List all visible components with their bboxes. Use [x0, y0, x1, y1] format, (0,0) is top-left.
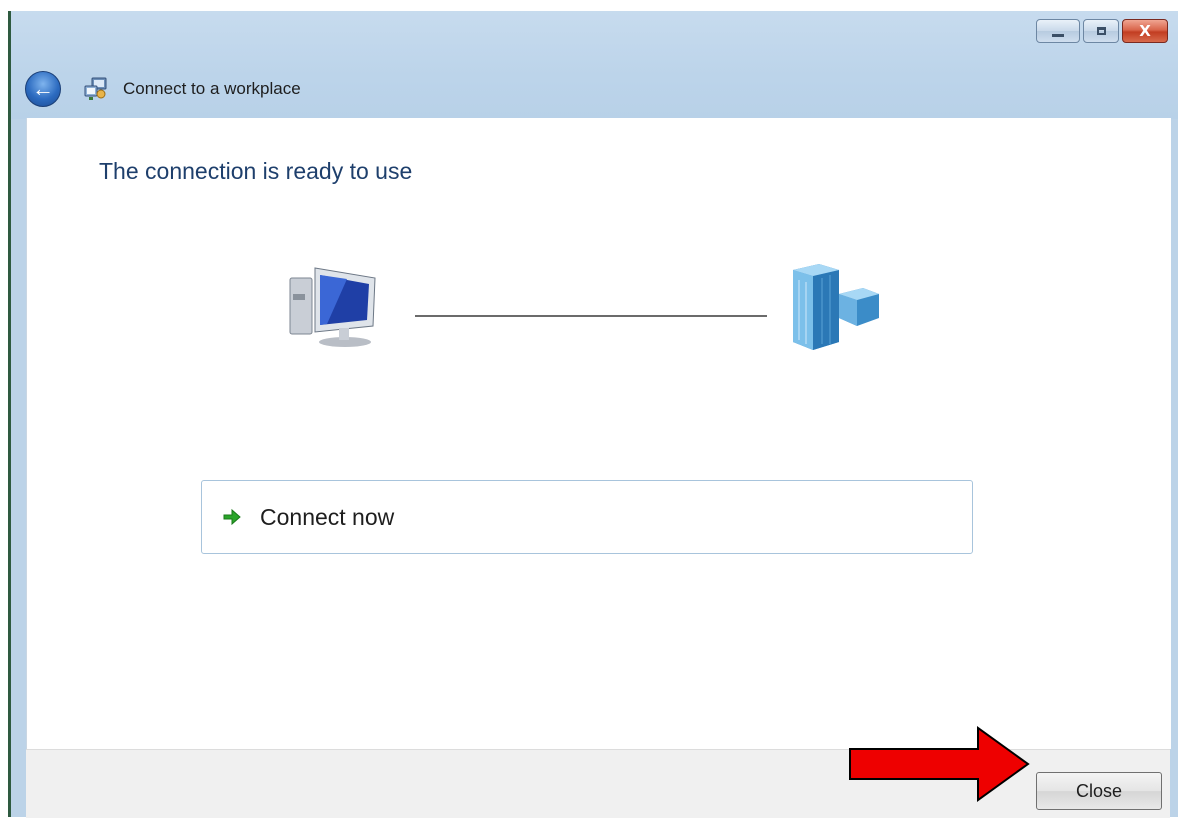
window-close-button[interactable]: X — [1122, 19, 1168, 43]
connection-diagram — [289, 264, 879, 350]
navigation-row: ← Connect to a workplace — [25, 69, 301, 109]
page: X ← Connect to a workplace The connectio… — [0, 0, 1187, 823]
window-controls: X — [1036, 19, 1168, 43]
close-icon: X — [1139, 22, 1151, 40]
maximize-button[interactable] — [1083, 19, 1119, 43]
green-arrow-icon — [223, 508, 241, 526]
minimize-button[interactable] — [1036, 19, 1080, 43]
red-pointer-arrow — [849, 726, 1030, 802]
title-bar: X ← Connect to a workplace — [11, 11, 1178, 119]
connect-now-option[interactable]: Connect now — [201, 480, 973, 554]
connect-now-label: Connect now — [260, 503, 395, 530]
wizard-window: X ← Connect to a workplace The connectio… — [8, 11, 1178, 818]
minimize-icon — [1052, 33, 1064, 37]
office-building-icon — [793, 264, 879, 350]
back-button[interactable]: ← — [25, 71, 61, 107]
back-arrow-icon: ← — [32, 76, 54, 101]
content-area: The connection is ready to use Connect n… — [26, 118, 1171, 749]
computer-icon — [289, 267, 376, 347]
close-button-label: Close — [1075, 780, 1123, 801]
maximize-icon — [1096, 27, 1106, 35]
close-button[interactable]: Close — [1036, 772, 1162, 810]
network-connection-icon — [84, 77, 107, 100]
window-title: Connect to a workplace — [123, 79, 301, 98]
